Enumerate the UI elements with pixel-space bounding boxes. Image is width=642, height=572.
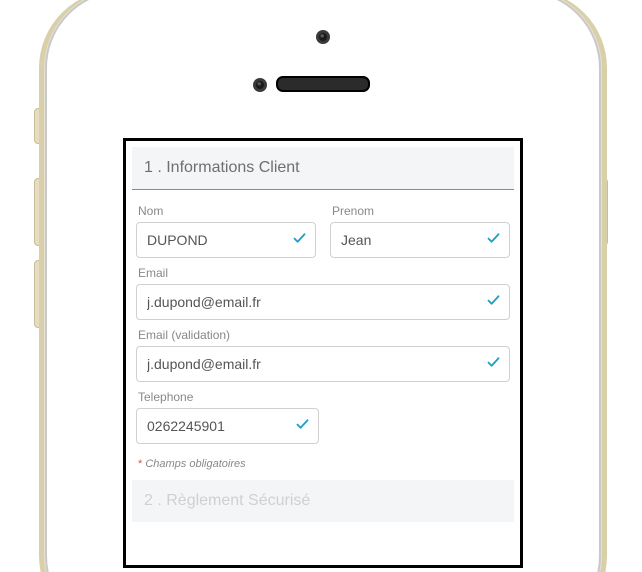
phone-side-button: [34, 260, 43, 328]
firstname-input[interactable]: [331, 223, 509, 257]
form-card: 1 . Informations Client Nom: [132, 147, 514, 522]
email2-field[interactable]: [136, 346, 510, 382]
lastname-input[interactable]: [137, 223, 315, 257]
firstname-label: Prenom: [332, 204, 510, 218]
lastname-field[interactable]: [136, 222, 316, 258]
lastname-label: Nom: [138, 204, 316, 218]
phone-camera-icon: [316, 30, 330, 44]
firstname-field[interactable]: [330, 222, 510, 258]
phone-side-button: [34, 178, 43, 246]
required-text: Champs obligatoires: [145, 458, 245, 470]
phone-label: Telephone: [138, 390, 319, 404]
email2-input[interactable]: [137, 347, 509, 381]
section-2-title: 2 . Règlement Sécurisé: [132, 480, 514, 522]
email2-label: Email (validation): [138, 328, 510, 342]
required-star-icon: *: [138, 458, 142, 470]
email-input[interactable]: [137, 285, 509, 319]
screen: 1 . Informations Client Nom: [123, 138, 523, 568]
section-1-title: 1 . Informations Client: [132, 147, 514, 190]
phone-field[interactable]: [136, 408, 319, 444]
phone-side-button: [34, 108, 43, 144]
section-1-body: Nom Prenom: [132, 190, 514, 470]
required-note: * Champs obligatoires: [138, 458, 510, 470]
phone-sensor-icon: [253, 78, 267, 92]
email-field[interactable]: [136, 284, 510, 320]
phone-frame: 1 . Informations Client Nom: [45, 0, 601, 572]
phone-speaker-icon: [276, 76, 370, 92]
phone-input[interactable]: [137, 409, 318, 443]
email-label: Email: [138, 266, 510, 280]
